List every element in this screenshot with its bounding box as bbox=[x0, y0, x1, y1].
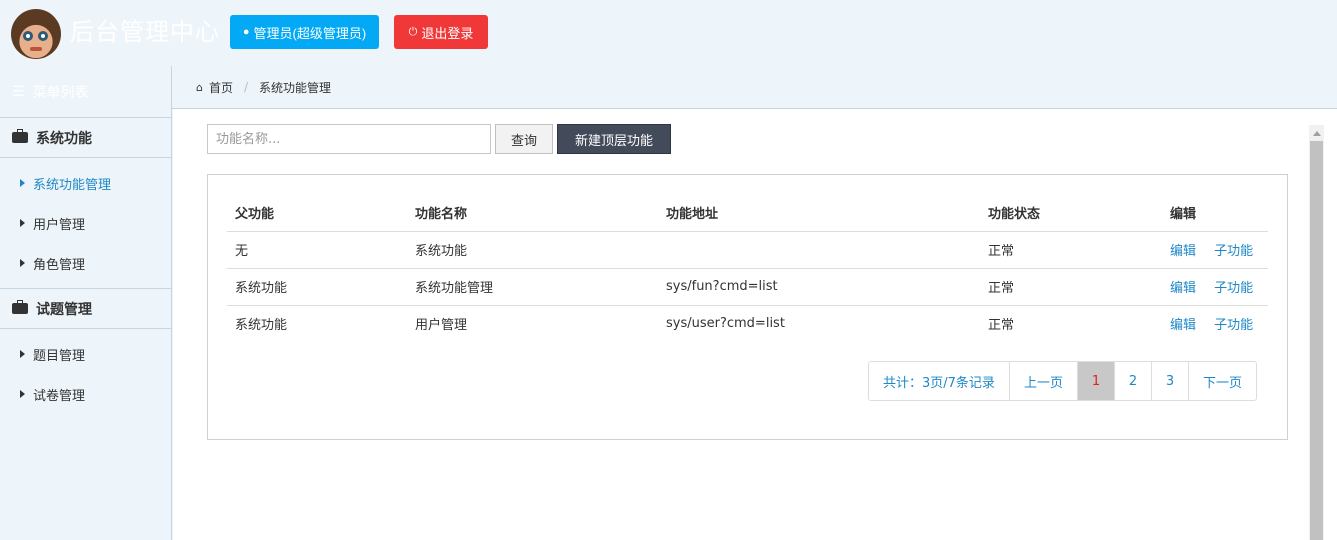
sidebar-group-system-items: 系统功能管理 用户管理 角色管理 bbox=[0, 158, 171, 289]
cell-actions: 编辑 子功能 bbox=[1162, 305, 1268, 342]
sidebar-item-role-management[interactable]: 角色管理 bbox=[0, 243, 171, 283]
admin-button[interactable]: ● 管理员(超级管理员) bbox=[230, 15, 379, 49]
avatar bbox=[11, 9, 61, 59]
table-row: 系统功能 系统功能管理 sys/fun?cmd=list 正常 编辑 子功能 bbox=[227, 268, 1268, 306]
function-table-panel: 父功能 功能名称 功能地址 功能状态 编辑 无 系统功能 正常 编辑 子功能 系… bbox=[207, 174, 1288, 440]
cell-actions: 编辑 子功能 bbox=[1162, 268, 1268, 306]
new-top-function-button[interactable]: 新建顶层功能 bbox=[557, 124, 671, 154]
cell-parent: 系统功能 bbox=[227, 268, 407, 306]
column-header-url: 功能地址 bbox=[658, 194, 980, 232]
sidebar-item-user-management[interactable]: 用户管理 bbox=[0, 203, 171, 243]
pagination: 共计：3页/7条记录 上一页 1 2 3 下一页 bbox=[868, 361, 1257, 401]
cell-name: 系统功能 bbox=[407, 231, 658, 269]
caret-right-icon bbox=[20, 179, 25, 187]
cell-status: 正常 bbox=[980, 268, 1162, 306]
cell-parent: 无 bbox=[227, 231, 407, 269]
sidebar-group-label: 系统功能 bbox=[36, 130, 92, 147]
function-table: 父功能 功能名称 功能地址 功能状态 编辑 无 系统功能 正常 编辑 子功能 系… bbox=[227, 194, 1268, 342]
table-row: 无 系统功能 正常 编辑 子功能 bbox=[227, 231, 1268, 269]
sidebar-item-function-management[interactable]: 系统功能管理 bbox=[0, 163, 171, 203]
cell-url bbox=[658, 231, 980, 269]
power-icon: ⏻ bbox=[408, 25, 418, 38]
home-icon: ⌂ bbox=[196, 80, 203, 94]
sidebar-group-system[interactable]: 系统功能 bbox=[0, 118, 171, 158]
sidebar-item-paper-management[interactable]: 试卷管理 bbox=[0, 374, 171, 414]
caret-right-icon bbox=[20, 390, 25, 398]
sidebar-group-exam-items: 题目管理 试卷管理 bbox=[0, 329, 171, 419]
briefcase-icon bbox=[12, 300, 28, 314]
admin-button-label: 管理员(超级管理员) bbox=[253, 25, 367, 41]
sidebar-item-label: 题目管理 bbox=[33, 348, 86, 364]
table-row: 系统功能 用户管理 sys/user?cmd=list 正常 编辑 子功能 bbox=[227, 305, 1268, 342]
list-icon: ☰ bbox=[12, 83, 25, 100]
avatar-eye-right bbox=[38, 31, 48, 41]
logout-button[interactable]: ⏻ 退出登录 bbox=[394, 15, 488, 49]
avatar-eye-left bbox=[23, 31, 33, 41]
menu-title-label: 菜单列表 bbox=[32, 84, 89, 101]
vertical-scrollbar[interactable] bbox=[1309, 125, 1324, 540]
caret-right-icon bbox=[20, 259, 25, 267]
edit-link[interactable]: 编辑 bbox=[1170, 318, 1196, 333]
cell-name: 系统功能管理 bbox=[407, 268, 658, 306]
sidebar-item-label: 角色管理 bbox=[33, 257, 86, 273]
caret-right-icon bbox=[20, 219, 25, 227]
briefcase-icon bbox=[12, 129, 28, 143]
caret-right-icon bbox=[20, 350, 25, 358]
site-title: 后台管理中心 bbox=[70, 18, 220, 46]
breadcrumb-home[interactable]: 首页 bbox=[209, 79, 233, 96]
sidebar: ☰ 菜单列表 系统功能 系统功能管理 用户管理 角色管理 试题管理 题目管理 试… bbox=[0, 66, 172, 540]
cell-status: 正常 bbox=[980, 231, 1162, 269]
cell-parent: 系统功能 bbox=[235, 318, 288, 334]
cell-url: sys/fun?cmd=list bbox=[658, 268, 980, 306]
sidebar-group-label: 试题管理 bbox=[36, 301, 92, 318]
table-header-row: 父功能 功能名称 功能地址 功能状态 编辑 bbox=[227, 194, 1268, 232]
logout-button-label: 退出登录 bbox=[421, 25, 474, 41]
query-button[interactable]: 查询 bbox=[495, 124, 553, 154]
pagination-page-2[interactable]: 2 bbox=[1115, 362, 1152, 400]
pagination-page-3[interactable]: 3 bbox=[1152, 362, 1189, 400]
breadcrumb-separator: / bbox=[244, 80, 249, 94]
column-header-edit: 编辑 bbox=[1162, 194, 1268, 232]
cell-name: 用户管理 bbox=[415, 318, 468, 334]
pagination-summary: 共计：3页/7条记录 bbox=[869, 362, 1010, 400]
menu-title: ☰ 菜单列表 bbox=[0, 66, 171, 118]
column-header-name: 功能名称 bbox=[407, 194, 658, 232]
sidebar-item-label: 试卷管理 bbox=[33, 388, 86, 404]
pagination-prev[interactable]: 上一页 bbox=[1010, 362, 1078, 400]
app-header: 后台管理中心 ● 管理员(超级管理员) ⏻ 退出登录 bbox=[0, 0, 1337, 66]
column-header-parent: 父功能 bbox=[227, 194, 407, 232]
column-header-status: 功能状态 bbox=[980, 194, 1162, 232]
child-function-link[interactable]: 子功能 bbox=[1214, 318, 1253, 333]
scrollbar-thumb[interactable] bbox=[1310, 141, 1323, 540]
sidebar-item-label: 系统功能管理 bbox=[33, 177, 112, 193]
scroll-up-arrow-icon[interactable] bbox=[1313, 131, 1321, 136]
sidebar-group-exam[interactable]: 试题管理 bbox=[0, 289, 171, 329]
cell-actions: 编辑 子功能 bbox=[1162, 231, 1268, 269]
pagination-next[interactable]: 下一页 bbox=[1189, 362, 1256, 400]
sidebar-item-label: 用户管理 bbox=[33, 217, 86, 233]
cell-status: 正常 bbox=[988, 318, 1015, 334]
cell-url: sys/user?cmd=list bbox=[666, 316, 785, 332]
child-function-link[interactable]: 子功能 bbox=[1214, 281, 1253, 296]
breadcrumb: ⌂ 首页 / 系统功能管理 bbox=[172, 66, 1337, 109]
avatar-mouth bbox=[30, 47, 42, 51]
child-function-link[interactable]: 子功能 bbox=[1214, 244, 1253, 259]
breadcrumb-current: 系统功能管理 bbox=[259, 80, 332, 95]
main-content: 查询 新建顶层功能 父功能 功能名称 功能地址 功能状态 编辑 无 系统功能 bbox=[173, 109, 1337, 540]
pagination-page-1[interactable]: 1 bbox=[1077, 362, 1115, 400]
edit-link[interactable]: 编辑 bbox=[1170, 281, 1196, 296]
user-icon: ● bbox=[242, 25, 250, 38]
edit-link[interactable]: 编辑 bbox=[1170, 244, 1196, 259]
search-input[interactable] bbox=[207, 124, 491, 154]
sidebar-item-question-management[interactable]: 题目管理 bbox=[0, 334, 171, 374]
